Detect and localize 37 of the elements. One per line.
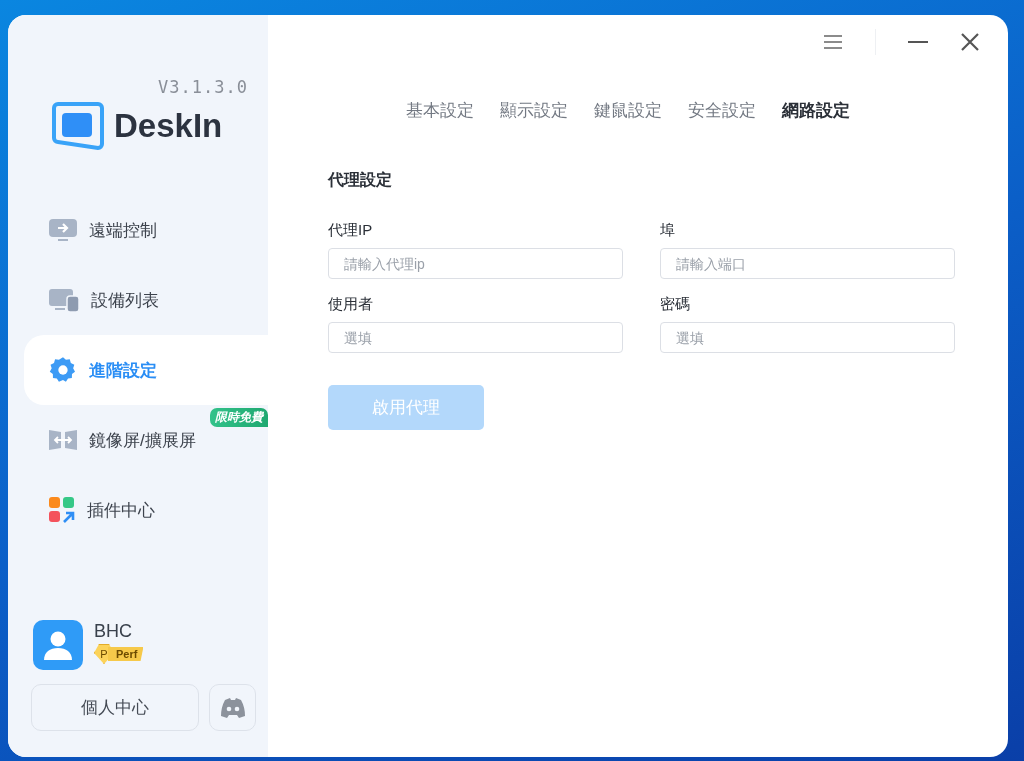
logo-icon xyxy=(52,101,104,151)
menu-icon xyxy=(823,34,843,50)
field-label: 代理IP xyxy=(328,221,374,240)
input-field[interactable]: 請輸入代理ip xyxy=(328,248,623,279)
nav-item[interactable]: 設備列表 xyxy=(24,265,268,335)
version-label: V3.1.3.0 xyxy=(158,77,248,97)
input-field[interactable]: 請輸入端口 xyxy=(660,248,955,279)
promo-badge: 限時免費 xyxy=(210,408,268,427)
field-label: 密碼 xyxy=(660,295,691,314)
field-label: 埠 xyxy=(660,221,676,240)
user-silhouette-icon xyxy=(44,630,72,660)
settings-tab[interactable]: 顯示設定 xyxy=(500,95,568,126)
tier-badge: Perf xyxy=(108,647,144,661)
game-controller-icon xyxy=(219,697,246,718)
devices-icon xyxy=(49,287,79,313)
close-icon xyxy=(961,33,979,51)
settings-tab[interactable]: 網路設定 xyxy=(782,95,850,126)
nav-item[interactable]: 插件中心 xyxy=(24,475,268,545)
avatar[interactable] xyxy=(33,620,83,670)
settings-tab[interactable]: 安全設定 xyxy=(688,95,756,126)
section-title: 代理設定 xyxy=(328,170,393,190)
chat-button[interactable] xyxy=(209,684,256,731)
apps-grid-icon xyxy=(49,497,75,523)
profile-button[interactable]: 個人中心 xyxy=(31,684,199,731)
input-field[interactable]: 選填 xyxy=(328,322,623,353)
input-field[interactable]: 選填 xyxy=(660,322,955,353)
user-name: BHC xyxy=(94,621,133,642)
monitor-arrow-icon xyxy=(49,217,77,243)
screens-icon xyxy=(49,427,77,453)
minimize-icon xyxy=(908,40,928,44)
settings-tab[interactable]: 基本設定 xyxy=(406,95,474,126)
app-name: DeskIn xyxy=(114,107,223,145)
gear-icon xyxy=(49,356,77,384)
nav-item[interactable]: 鏡像屏/擴展屏 限時免費 xyxy=(24,405,268,475)
nav-item[interactable]: 遠端控制 xyxy=(24,195,268,265)
settings-tab[interactable]: 鍵鼠設定 xyxy=(594,95,662,126)
field-label: 使用者 xyxy=(328,295,374,314)
